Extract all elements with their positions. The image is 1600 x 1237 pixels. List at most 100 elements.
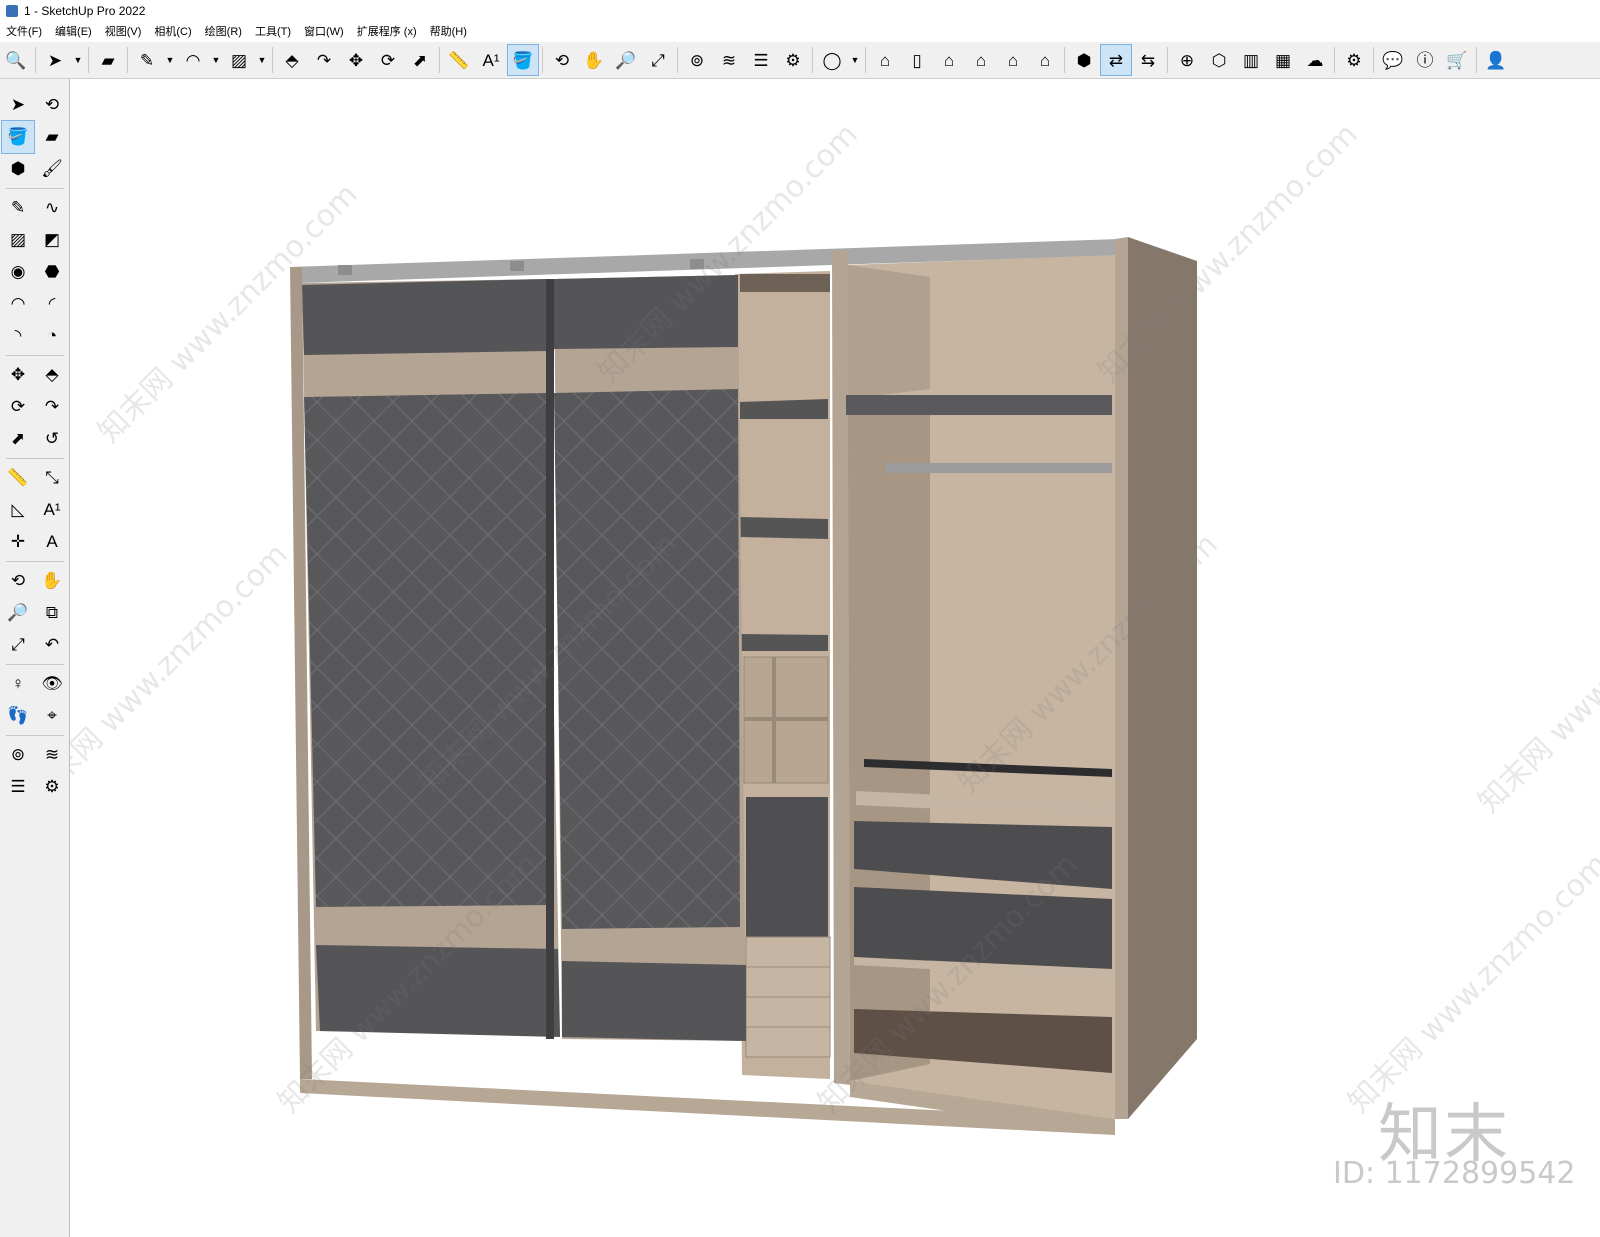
front-view-icon[interactable]: ⌂ [934,45,964,75]
pencil-icon[interactable]: ✎ [2,192,34,224]
section-plane-icon[interactable]: ⊚ [2,739,34,771]
menu-item[interactable]: 帮助(H) [424,23,474,39]
zoom-window-icon[interactable]: ⧉ [36,597,68,629]
cart-icon[interactable]: 🛒 [1442,45,1472,75]
select-icon[interactable]: ➤ [40,45,70,75]
rotate-icon[interactable]: ⟳ [2,391,34,423]
dropdown-arrow-icon[interactable]: ▼ [164,45,176,75]
push-pull-icon[interactable]: ⬘ [36,359,68,391]
look-around-icon[interactable]: 👁 [36,668,68,700]
section-cuts-icon[interactable]: ☰ [746,45,776,75]
lasso-orbit-icon[interactable]: ⟲ [36,89,68,121]
offset-icon[interactable]: ↺ [36,423,68,455]
crosshair-icon[interactable]: ⌖ [36,700,68,732]
walk-icon[interactable]: 👣 [2,700,34,732]
message-icon[interactable]: 💬 [1378,45,1408,75]
axes-icon[interactable]: ✛ [2,526,34,558]
scale-icon[interactable]: ⬈ [405,45,435,75]
dimension-icon[interactable]: ⤡ [36,462,68,494]
menu-item[interactable]: 窗口(W) [298,23,351,39]
component-icon[interactable]: ⬢ [2,153,34,185]
extension-warehouse-icon[interactable]: ⇆ [1133,45,1163,75]
add-location-icon[interactable]: ⊕ [1172,45,1202,75]
title-bar: 1 - SketchUp Pro 2022 [0,0,1600,21]
profile-icon[interactable]: 👤 [1481,45,1511,75]
section-fill-icon[interactable]: ⚙ [778,45,808,75]
freehand-icon[interactable]: ∿ [36,192,68,224]
tape-measure-icon[interactable]: 📏 [444,45,474,75]
tape-measure-icon[interactable]: 📏 [2,462,34,494]
pie-icon[interactable]: ◔ [36,320,68,352]
menu-item[interactable]: 绘图(R) [199,23,249,39]
menu-item[interactable]: 相机(C) [148,23,198,39]
back-view-icon[interactable]: ⌂ [998,45,1028,75]
section-display-icon[interactable]: ≋ [714,45,744,75]
dropdown-arrow-icon[interactable]: ▼ [849,45,861,75]
push-pull-icon[interactable]: ⬘ [277,45,307,75]
three-point-arc-icon[interactable]: ◝ [2,320,34,352]
left-view-icon[interactable]: ⌂ [1030,45,1060,75]
cloud-upload-icon[interactable]: ☁ [1300,45,1330,75]
move-icon[interactable]: ✥ [341,45,371,75]
info-icon[interactable]: ⓘ [1410,45,1440,75]
section-plane-icon[interactable]: ⊚ [682,45,712,75]
dropdown-arrow-icon[interactable]: ▼ [256,45,268,75]
menu-item[interactable]: 编辑(E) [49,23,99,39]
dropdown-arrow-icon[interactable]: ▼ [72,45,84,75]
iso-view-icon[interactable]: ⌂ [870,45,900,75]
menu-item[interactable]: 文件(F) [0,23,49,39]
dropdown-arrow-icon[interactable]: ▼ [210,45,222,75]
menu-item[interactable]: 视图(V) [99,23,149,39]
two-point-arc-icon[interactable]: ◜ [36,288,68,320]
text-icon[interactable]: A¹ [36,494,68,526]
pan-icon[interactable]: ✋ [36,565,68,597]
pan-icon[interactable]: ✋ [579,45,609,75]
previous-view-icon[interactable]: ↶ [36,629,68,661]
eraser-icon[interactable]: ▰ [36,121,68,153]
checker-icon[interactable]: ▦ [1268,45,1298,75]
arc-icon[interactable]: ◠ [2,288,34,320]
arc-icon[interactable]: ◠ [178,45,208,75]
pencil-icon[interactable]: ✎ [132,45,162,75]
style-icon[interactable]: ▥ [1236,45,1266,75]
menu-item[interactable]: 工具(T) [249,23,298,39]
user-account-icon[interactable]: ◯ [817,45,847,75]
top-view-icon[interactable]: ▯ [902,45,932,75]
zoom-icon[interactable]: 🔍 [1,45,31,75]
warehouse-icon[interactable]: ⬢ [1069,45,1099,75]
eraser-icon[interactable]: ▰ [93,45,123,75]
settings-icon[interactable]: ⚙ [1339,45,1369,75]
text-icon[interactable]: A¹ [476,45,506,75]
geo-icon[interactable]: ⬡ [1204,45,1234,75]
3d-text-icon[interactable]: A [36,526,68,558]
rectangle-icon[interactable]: ▨ [224,45,254,75]
model-viewport[interactable]: 知末网 www.znzmo.com 知末网 www.znzmo.com 知末网 … [70,79,1600,1237]
circle-icon[interactable]: ◉ [2,256,34,288]
zoom-tool-icon[interactable]: 🔎 [2,597,34,629]
orbit-icon[interactable]: ⟲ [2,565,34,597]
orbit-icon[interactable]: ⟲ [547,45,577,75]
rotated-rectangle-icon[interactable]: ◩ [36,224,68,256]
paint-bucket-icon[interactable]: 🪣 [1,120,35,154]
section-cuts-icon[interactable]: ☰ [2,771,34,803]
rectangle-icon[interactable]: ▨ [2,224,34,256]
follow-me-icon[interactable]: ↷ [309,45,339,75]
zoom-extents-icon[interactable]: ⤢ [643,45,673,75]
move-icon[interactable]: ✥ [2,359,34,391]
paint-bucket-icon[interactable]: 🪣 [507,44,539,76]
protractor-icon[interactable]: ◺ [2,494,34,526]
follow-me-icon[interactable]: ↷ [36,391,68,423]
zoom-extents-icon[interactable]: ⤢ [2,629,34,661]
polygon-icon[interactable]: ⬣ [36,256,68,288]
section-display-icon[interactable]: ≋ [36,739,68,771]
position-camera-icon[interactable]: ♀ [2,668,34,700]
right-view-icon[interactable]: ⌂ [966,45,996,75]
tag-paint-icon[interactable]: 🖌 [36,153,68,185]
share-model-icon[interactable]: ⇄ [1100,44,1132,76]
section-fill-icon[interactable]: ⚙ [36,771,68,803]
scale-icon[interactable]: ⬈ [2,423,34,455]
menu-item[interactable]: 扩展程序 (x) [351,23,424,39]
rotate-icon[interactable]: ⟳ [373,45,403,75]
select-icon[interactable]: ➤ [2,89,34,121]
zoom-tool-icon[interactable]: 🔎 [611,45,641,75]
